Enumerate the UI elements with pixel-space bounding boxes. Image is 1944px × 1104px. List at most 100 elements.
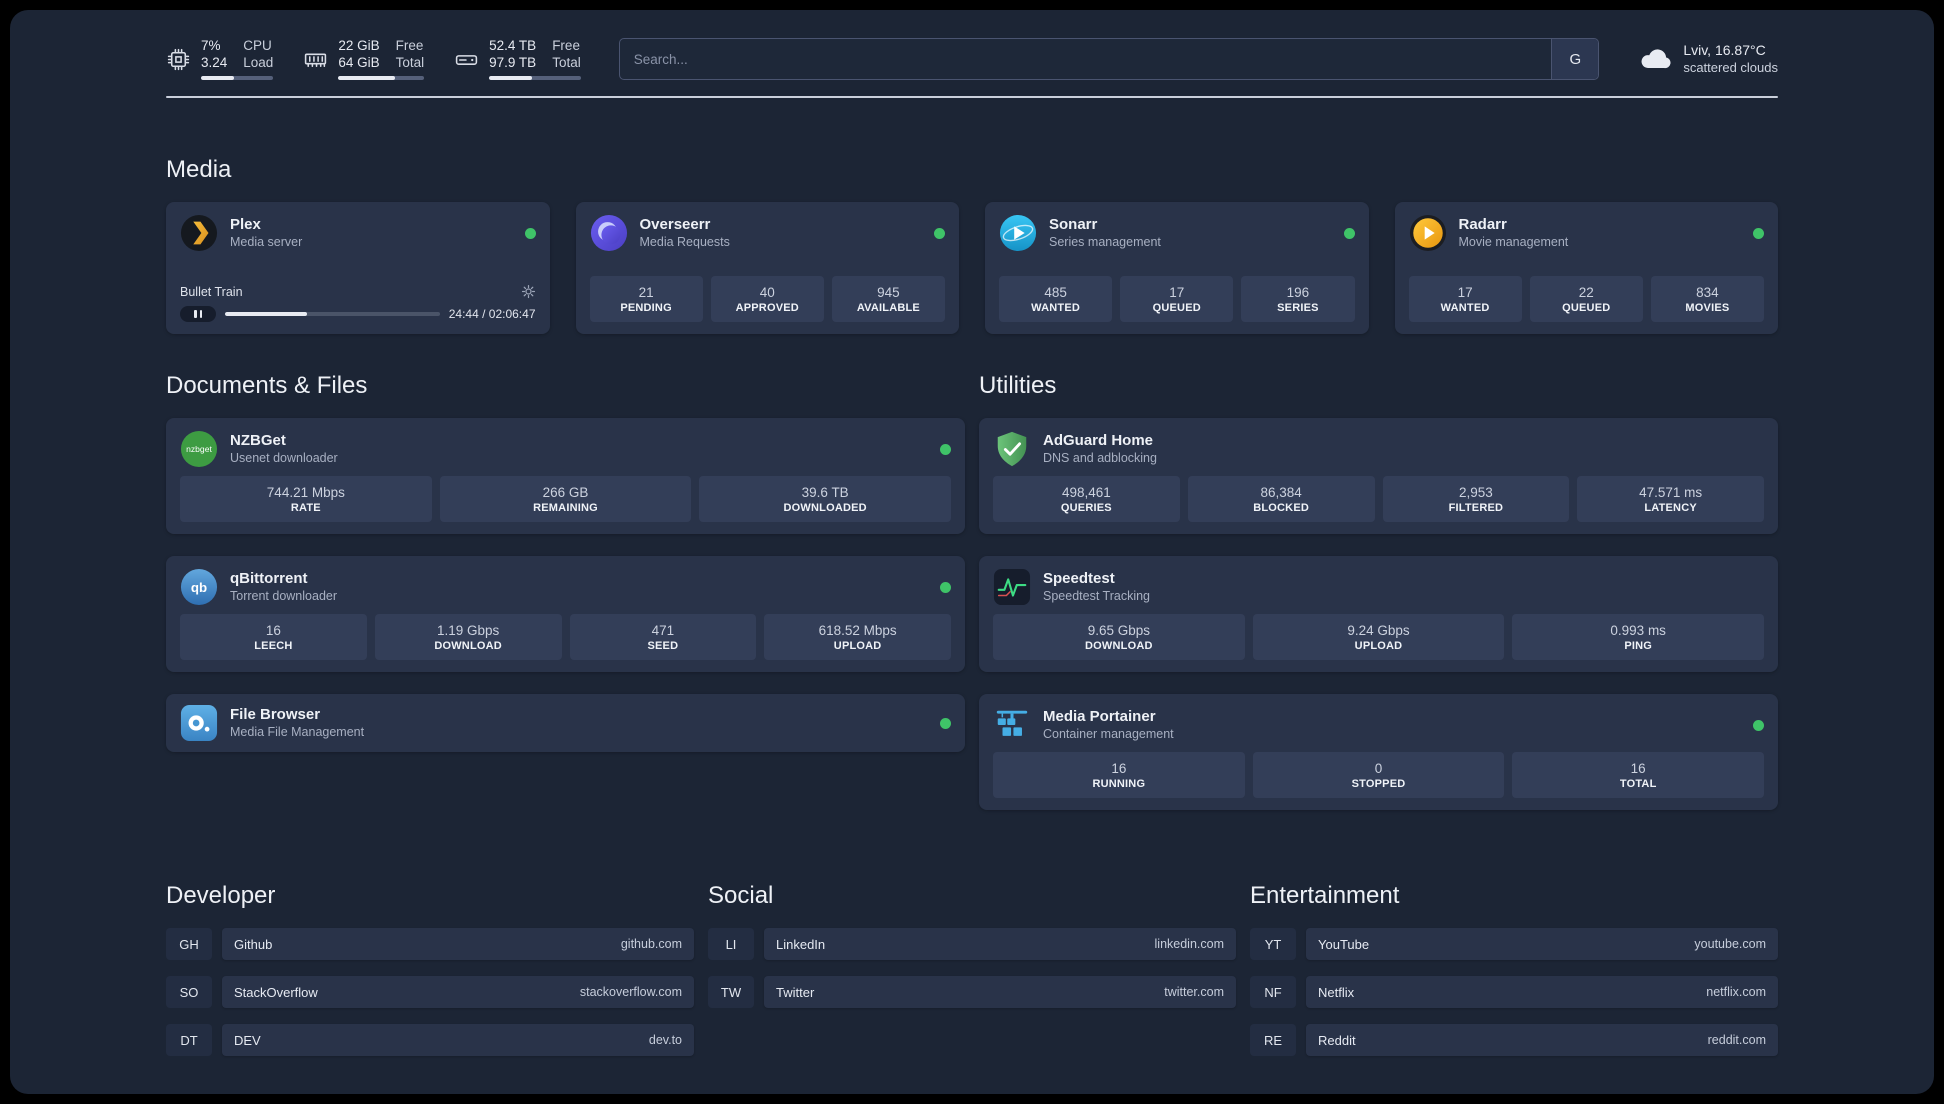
stat-value: 498,461 — [1061, 484, 1111, 500]
stat-label: DOWNLOADED — [783, 501, 867, 514]
app-name: Overseerr — [639, 215, 711, 233]
status-dot — [1753, 227, 1764, 239]
stat-tile: 9.24 Gbps UPLOAD — [1252, 614, 1505, 660]
search-input[interactable] — [619, 39, 1552, 79]
cloud-icon — [1637, 41, 1673, 77]
search-bar: G — [618, 38, 1600, 80]
ram-icon — [303, 47, 328, 72]
pause-button[interactable] — [180, 306, 216, 322]
status-dot — [934, 227, 945, 239]
card-header: Plex Media server — [180, 214, 536, 252]
link-button-netflix[interactable]: Netflix netflix.com — [1306, 976, 1778, 1008]
stat-value: 0.993 ms — [1610, 622, 1666, 638]
qbittorrent-icon: qb — [180, 568, 218, 606]
stat-tile: 21 PENDING — [589, 276, 703, 322]
link-netflix: NF Netflix netflix.com — [1250, 976, 1778, 1008]
topbar-divider — [166, 96, 1778, 98]
link-abbr: GH — [166, 928, 212, 960]
search-engine-button[interactable]: G — [1551, 39, 1599, 79]
filebrowser-icon — [180, 704, 218, 742]
stat-label: SEED — [647, 639, 679, 652]
app-card-plex[interactable]: Plex Media server Bullet Train 24:44 / 0… — [166, 202, 550, 334]
link-url: stackoverflow.com — [579, 985, 682, 999]
app-name: Plex — [230, 215, 261, 233]
stat-tiles: 17 WANTED 22 QUEUED 834 MOVIES — [1408, 276, 1765, 322]
link-linkedin: LI LinkedIn linkedin.com — [708, 928, 1236, 960]
stat-value: 21 — [638, 284, 654, 300]
stat-label: SERIES — [1277, 301, 1319, 314]
link-name: DEV — [234, 1032, 261, 1048]
link-reddit: RE Reddit reddit.com — [1250, 1024, 1778, 1056]
link-url: dev.to — [648, 1033, 682, 1047]
stat-tile: 2,953 FILTERED — [1382, 476, 1570, 522]
app-card-radarr[interactable]: Radarr Movie management 17 WANTED 22 QUE… — [1394, 202, 1778, 334]
app-card-sonarr[interactable]: Sonarr Series management 485 WANTED 17 Q… — [985, 202, 1369, 334]
stat-tiles: 16 RUNNING 0 STOPPED 16 TOTAL — [993, 752, 1765, 798]
ram-total-label: Total — [395, 55, 425, 70]
stat-label: APPROVED — [735, 301, 799, 314]
stat-label: RATE — [290, 501, 321, 514]
status-dot — [940, 581, 951, 593]
weather-widget[interactable]: Lviv, 16.87°C scattered clouds — [1637, 41, 1778, 77]
app-name: Speedtest — [1043, 569, 1115, 587]
cpu-usage-bar — [201, 75, 274, 80]
link-button-linkedin[interactable]: LinkedIn linkedin.com — [764, 928, 1236, 960]
stat-value: 16 — [1630, 760, 1646, 776]
app-subtitle: Usenet downloader — [230, 450, 338, 465]
app-card-speedtest[interactable]: Speedtest Speedtest Tracking 9.65 Gbps D… — [979, 556, 1778, 672]
radarr-icon — [1409, 214, 1447, 252]
app-card-adguard[interactable]: AdGuard Home DNS and adblocking 498,461 … — [979, 418, 1778, 534]
section-entertainment: Entertainment YT YouTube youtube.com NF … — [1250, 882, 1778, 1056]
stat-label: UPLOAD — [833, 639, 882, 652]
stat-value: 834 — [1696, 284, 1719, 300]
stat-value: 9.65 Gbps — [1087, 622, 1150, 638]
stat-tile: 86,384 BLOCKED — [1187, 476, 1375, 522]
ram-usage-fill — [338, 75, 395, 80]
card-header: Radarr Movie management — [1409, 214, 1764, 252]
system-metrics: 7% 3.24 CPU Load 22 GiB 64 GiB Free Tota… — [166, 38, 581, 80]
link-abbr: DT — [166, 1024, 212, 1056]
disk-total-label: Total — [552, 55, 581, 70]
app-name: Sonarr — [1049, 215, 1098, 233]
stat-label: QUEUED — [1152, 301, 1201, 314]
disk-free-value: 52.4 TB — [489, 38, 537, 54]
disk-metric: 52.4 TB 97.9 TB Free Total — [454, 38, 581, 80]
link-button-stackoverflow[interactable]: StackOverflow stackoverflow.com — [222, 976, 694, 1008]
link-button-youtube[interactable]: YouTube youtube.com — [1306, 928, 1778, 960]
stat-tiles: 485 WANTED 17 QUEUED 196 SERIES — [999, 276, 1355, 322]
link-name: LinkedIn — [776, 936, 826, 952]
card-header: Speedtest Speedtest Tracking — [993, 568, 1764, 606]
link-button-dev[interactable]: DEV dev.to — [222, 1024, 694, 1056]
status-dot — [524, 227, 536, 239]
stat-value: 471 — [651, 622, 675, 638]
section-heading-utilities: Utilities — [979, 372, 1057, 399]
app-card-portainer[interactable]: Media Portainer Container management 16 … — [979, 694, 1778, 810]
link-abbr: RE — [1250, 1024, 1296, 1056]
stat-label: DOWNLOAD — [1085, 639, 1153, 652]
cpu-icon — [166, 47, 191, 72]
app-name: File Browser — [230, 705, 321, 723]
cpu-metric: 7% 3.24 CPU Load — [166, 38, 274, 80]
app-card-nzbget[interactable]: nzbget NZBGet Usenet downloader 744.21 M… — [166, 418, 965, 534]
playback-progress-bar[interactable] — [225, 312, 440, 316]
app-card-filebrowser[interactable]: File Browser Media File Management — [166, 694, 965, 752]
topbar: 7% 3.24 CPU Load 22 GiB 64 GiB Free Tota… — [166, 10, 1778, 80]
app-card-qbittorrent[interactable]: qb qBittorrent Torrent downloader 16 LEE… — [166, 556, 965, 672]
link-button-twitter[interactable]: Twitter twitter.com — [764, 976, 1236, 1008]
gear-icon[interactable] — [521, 284, 536, 299]
card-header: nzbget NZBGet Usenet downloader — [180, 430, 951, 468]
svg-text:qb: qb — [191, 580, 207, 595]
section-heading-social: Social — [708, 882, 774, 909]
stat-value: 17 — [1457, 284, 1473, 300]
stat-tiles: 498,461 QUERIES 86,384 BLOCKED 2,953 FIL… — [993, 476, 1764, 522]
link-url: youtube.com — [1694, 937, 1766, 951]
link-button-github[interactable]: Github github.com — [222, 928, 694, 960]
link-button-reddit[interactable]: Reddit reddit.com — [1306, 1024, 1778, 1056]
stat-tile: 196 SERIES — [1241, 276, 1355, 322]
app-card-overseerr[interactable]: Overseerr Media Requests 21 PENDING 40 A… — [575, 202, 959, 334]
stat-tiles: 744.21 Mbps RATE 266 GB REMAINING 39.6 T… — [180, 476, 952, 522]
now-playing-title: Bullet Train — [180, 284, 243, 299]
app-name: Radarr — [1458, 215, 1507, 233]
link-url: twitter.com — [1164, 985, 1224, 999]
ram-free-value: 22 GiB — [338, 38, 380, 54]
